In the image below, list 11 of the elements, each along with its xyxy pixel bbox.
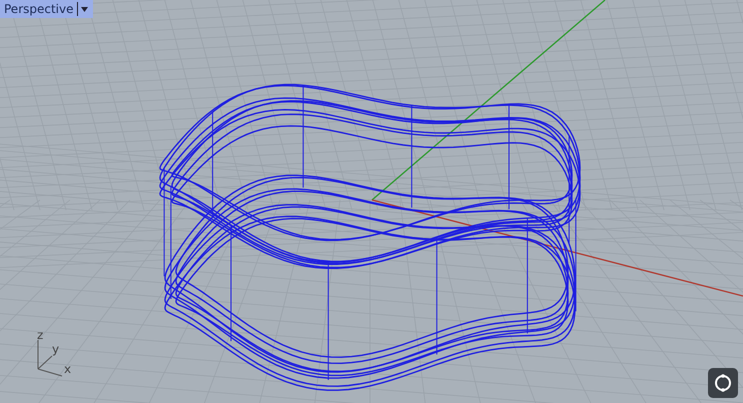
caret-icon[interactable] bbox=[80, 6, 88, 12]
wireframe-ring-drawing[interactable] bbox=[159, 84, 581, 391]
viewport-tab[interactable]: Perspective bbox=[0, 0, 92, 18]
axis-gizmo-icon bbox=[38, 340, 62, 376]
rotate-button[interactable] bbox=[708, 368, 738, 398]
axis-label: z bbox=[37, 328, 44, 342]
axis-label: y bbox=[52, 342, 60, 356]
axis-label: x bbox=[64, 362, 72, 376]
viewport-title[interactable]: Perspective bbox=[4, 2, 74, 16]
viewport[interactable]: Perspective z y x bbox=[0, 0, 743, 403]
rotate-icon[interactable] bbox=[714, 374, 732, 392]
